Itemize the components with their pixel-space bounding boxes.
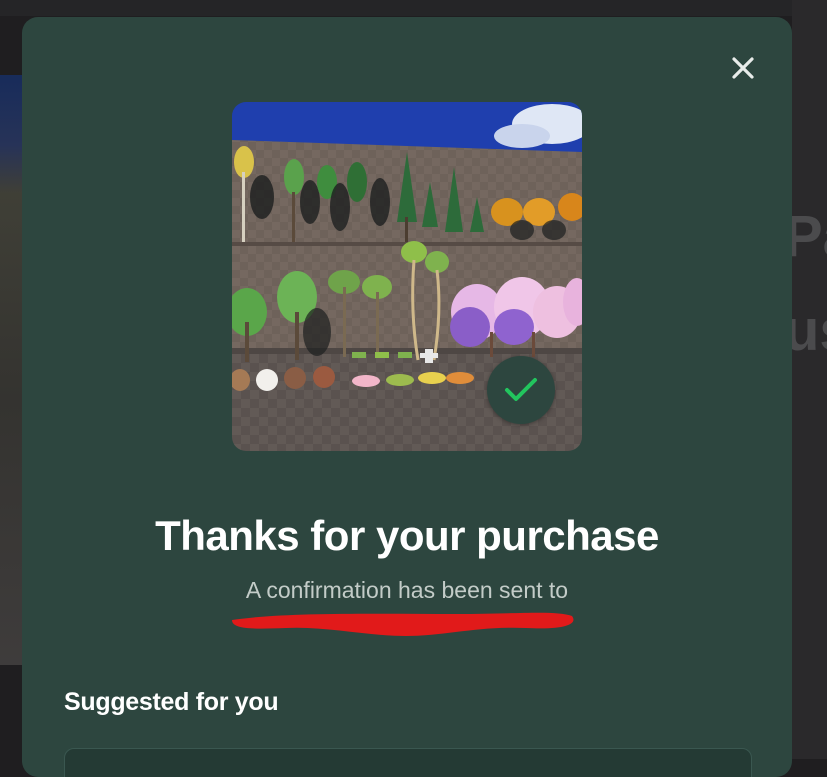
background-page-edge (792, 0, 827, 759)
success-badge (487, 356, 555, 424)
background-product-image (0, 75, 22, 665)
confirmation-title: Thanks for your purchase (155, 512, 659, 559)
suggested-item-card[interactable] (64, 748, 752, 777)
checkmark-icon (505, 378, 537, 401)
confirmation-subtitle: A confirmation has been sent to (245, 577, 569, 603)
close-button[interactable] (727, 52, 759, 84)
redacted-email (232, 612, 574, 636)
purchase-confirmation-modal: Thanks for your purchase A confirmation … (22, 17, 792, 777)
close-icon (732, 57, 754, 79)
background-top-bar (0, 0, 827, 16)
suggested-heading: Suggested for you (64, 688, 279, 716)
